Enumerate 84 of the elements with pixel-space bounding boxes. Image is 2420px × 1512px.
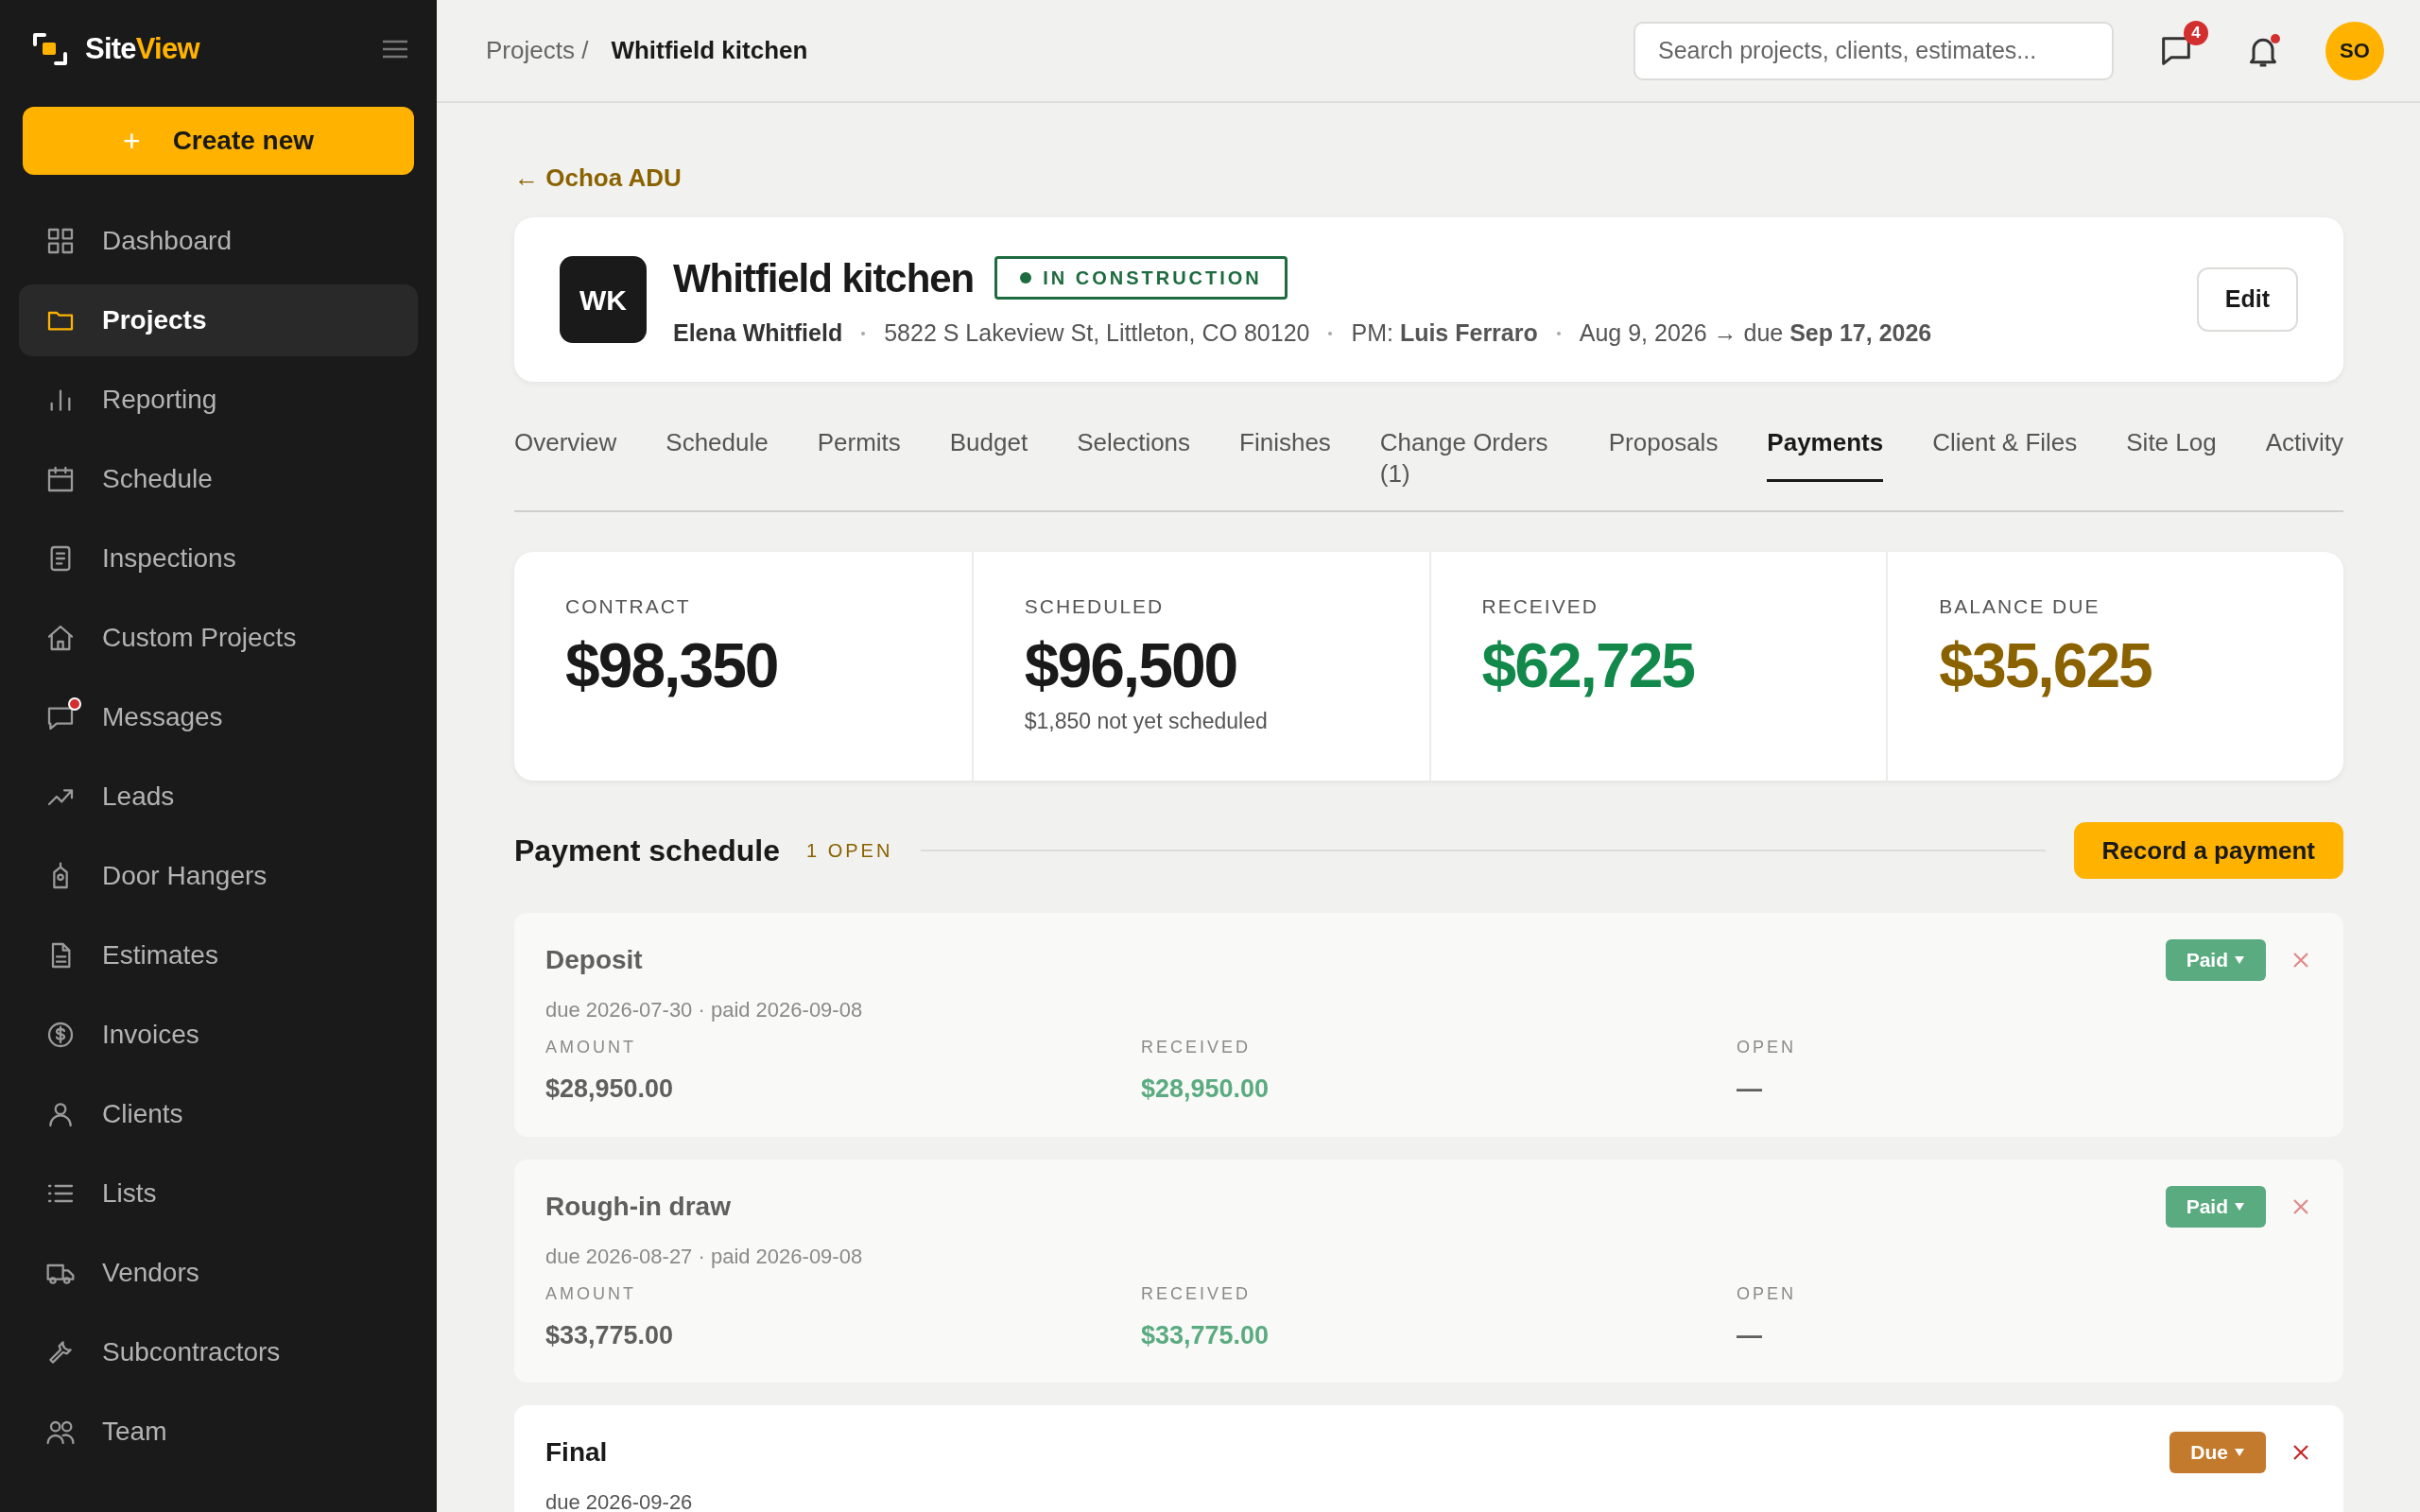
tab[interactable]: Change Orders (1) bbox=[1379, 427, 1560, 512]
status-badge: IN CONSTRUCTION bbox=[994, 256, 1288, 301]
stat-label: RECEIVED bbox=[1481, 594, 1599, 619]
payment-name: Deposit bbox=[545, 944, 643, 976]
address: 5822 S Lakeview St, Littleton, CO 80120 bbox=[884, 318, 1310, 348]
edit-button[interactable]: Edit bbox=[2196, 267, 2298, 332]
stat-value: $98,350 bbox=[565, 630, 779, 700]
logo-icon bbox=[32, 31, 68, 67]
sidebar-item[interactable]: Projects bbox=[19, 284, 418, 356]
caret-icon bbox=[2234, 955, 2245, 965]
house-icon bbox=[45, 623, 76, 653]
sidebar-item[interactable]: Schedule bbox=[19, 443, 418, 515]
sidebar-item[interactable]: Leads bbox=[19, 761, 418, 833]
client-name: Elena Whitfield bbox=[673, 318, 843, 348]
payment-dates: due 2026-08-27 · paid 2026-09-08 bbox=[545, 1243, 864, 1270]
payment-name: Final bbox=[545, 1436, 608, 1469]
stat-value: $35,625 bbox=[1939, 630, 2152, 700]
field-label: OPEN bbox=[1737, 1037, 1797, 1058]
message-count-badge: 4 bbox=[2184, 20, 2208, 45]
caret-icon bbox=[2234, 1201, 2245, 1211]
menu-icon[interactable] bbox=[382, 39, 408, 60]
payment-dates: due 2026-09-26 bbox=[545, 1489, 694, 1512]
sidebar-item[interactable]: Inspections bbox=[19, 523, 418, 594]
record-payment-button[interactable]: Record a payment bbox=[2073, 822, 2343, 879]
project-avatar: WK bbox=[560, 256, 647, 343]
open-count: 1 OPEN bbox=[806, 839, 893, 863]
field-value: $28,950.00 bbox=[1141, 1074, 1270, 1105]
tab[interactable]: Selections bbox=[1077, 427, 1191, 482]
field-value: $33,775.00 bbox=[545, 1319, 675, 1351]
project-manager: PM: Luis Ferraro bbox=[1351, 318, 1538, 348]
create-new-button[interactable]: + Create new bbox=[23, 107, 414, 175]
breadcrumb-link[interactable]: Projects / bbox=[486, 32, 589, 69]
stat-label: CONTRACT bbox=[565, 594, 692, 619]
search-field[interactable]: Search projects, clients, estimates... bbox=[1634, 21, 2114, 80]
section-title: Payment schedule bbox=[514, 833, 780, 869]
field-value: $28,950.00 bbox=[545, 1074, 675, 1105]
sidebar-item[interactable]: Messages bbox=[19, 681, 418, 753]
tab[interactable]: Schedule bbox=[666, 427, 769, 482]
field-label: RECEIVED bbox=[1141, 1037, 1253, 1058]
caret-icon bbox=[2234, 1448, 2245, 1457]
stat-value: $96,500 bbox=[1024, 630, 1238, 700]
payment-dates: due 2026-07-30 · paid 2026-09-08 bbox=[545, 997, 864, 1023]
tab[interactable]: Activity bbox=[2265, 427, 2343, 482]
field-label: RECEIVED bbox=[1141, 1282, 1253, 1305]
sidebar-item[interactable]: Invoices bbox=[19, 999, 418, 1071]
field-label: AMOUNT bbox=[545, 1282, 637, 1305]
stat-label: SCHEDULED bbox=[1024, 594, 1166, 619]
tab[interactable]: Proposals bbox=[1608, 427, 1719, 482]
sidebar-item[interactable]: Estimates bbox=[19, 919, 418, 991]
tab[interactable]: Client & Files bbox=[1932, 427, 2078, 482]
field-value: $33,775.00 bbox=[1141, 1319, 1270, 1351]
sidebar-item[interactable]: Custom Projects bbox=[19, 602, 418, 674]
sidebar-item[interactable]: Lists bbox=[19, 1158, 418, 1229]
field-value: — bbox=[1737, 1074, 1763, 1105]
field-label: OPEN bbox=[1737, 1282, 1797, 1305]
tab[interactable]: Budget bbox=[949, 427, 1028, 482]
back-link[interactable]: ← Ochoa ADU bbox=[514, 160, 682, 197]
close-icon[interactable] bbox=[2292, 1444, 2309, 1461]
field-label: AMOUNT bbox=[545, 1037, 637, 1058]
tab[interactable]: Site Log bbox=[2126, 427, 2217, 482]
grid-icon bbox=[45, 226, 76, 256]
date-range: Aug 9, 2026 → due Sep 17, 2026 bbox=[1579, 318, 1932, 348]
avatar[interactable]: SO bbox=[2325, 21, 2384, 80]
breadcrumb-current: Whitfield kitchen bbox=[611, 35, 808, 66]
stat-value: $62,725 bbox=[1481, 630, 1696, 700]
project-title: Whitfield kitchen bbox=[673, 254, 975, 302]
payment-name: Rough-in draw bbox=[545, 1190, 731, 1223]
dollar-icon bbox=[45, 1020, 76, 1050]
sidebar-item[interactable]: Vendors bbox=[19, 1237, 418, 1309]
sidebar-item[interactable]: Dashboard bbox=[19, 205, 418, 277]
calendar-icon bbox=[45, 464, 76, 494]
sidebar-item[interactable]: Team bbox=[19, 1396, 418, 1468]
sidebar-item[interactable]: Reporting bbox=[19, 364, 418, 436]
stat-note: $1,850 not yet scheduled bbox=[1024, 708, 1269, 736]
sidebar-item[interactable]: Clients bbox=[19, 1078, 418, 1150]
tab[interactable]: Finishes bbox=[1239, 427, 1331, 482]
stat-label: BALANCE DUE bbox=[1939, 594, 2101, 619]
tab[interactable]: Payments bbox=[1767, 427, 1884, 482]
sidebar-item[interactable]: Subcontractors bbox=[19, 1316, 418, 1388]
field-value: — bbox=[1737, 1319, 1763, 1351]
tab[interactable]: Permits bbox=[817, 427, 901, 482]
brand-name: SiteView bbox=[85, 30, 199, 67]
sidebar-item[interactable]: Door Hangers bbox=[19, 840, 418, 912]
tab[interactable]: Overview bbox=[514, 427, 617, 482]
